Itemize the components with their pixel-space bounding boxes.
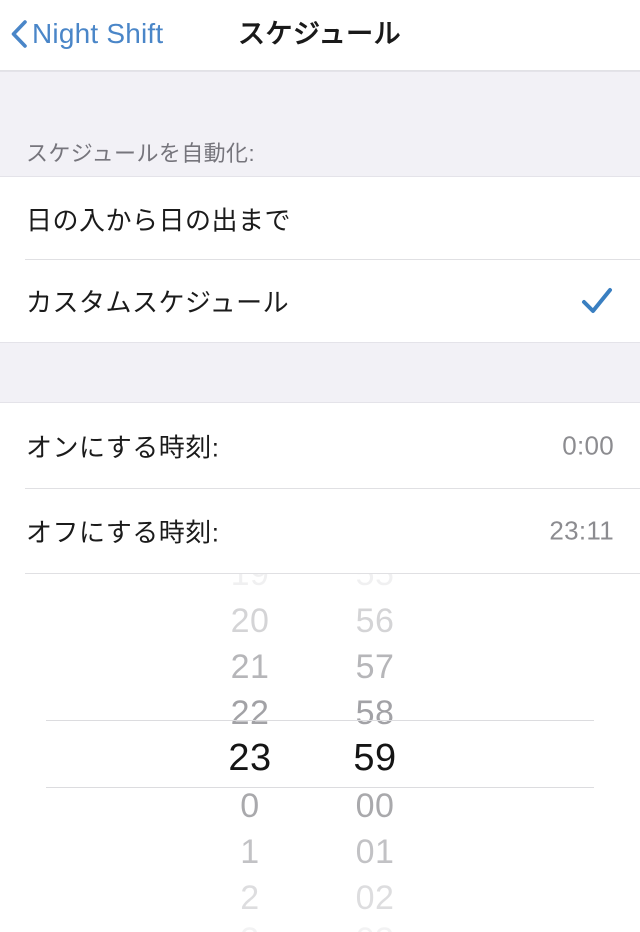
row-turn-on-time[interactable]: オンにする時刻: 0:00 (0, 404, 640, 488)
picker-item[interactable]: 02 (295, 876, 455, 920)
row-label: オンにする時刻: (26, 432, 220, 463)
row-value-turn-on-time: 0:00 (562, 430, 614, 461)
checkmark-icon (580, 284, 614, 318)
picker-item[interactable]: 58 (295, 691, 455, 735)
chevron-left-icon (10, 19, 28, 49)
section-header-times (0, 342, 640, 403)
navigation-bar: Night Shift スケジュール (0, 0, 640, 71)
picker-selection-line-bottom (46, 787, 594, 788)
option-row-sunset-to-sunrise[interactable]: 日の入から日の出まで (0, 178, 640, 259)
time-picker-minutes-column[interactable]: 55 56 57 58 59 00 01 02 03 (295, 574, 455, 932)
section-header-label: スケジュールを自動化: (26, 141, 255, 166)
row-label: オフにする時刻: (26, 517, 220, 548)
row-value-turn-off-time: 23:11 (549, 515, 614, 546)
row-turn-off-time[interactable]: オフにする時刻: 23:11 (0, 489, 640, 573)
section-header-automate: スケジュールを自動化: (0, 71, 640, 177)
picker-item[interactable]: 03 (295, 918, 455, 932)
back-button[interactable]: Night Shift (10, 14, 163, 54)
picker-item[interactable]: 55 (295, 574, 455, 596)
time-picker[interactable]: 19 20 21 22 23 0 1 2 3 55 56 57 58 59 00… (0, 574, 640, 932)
option-label: 日の入から日の出まで (26, 205, 292, 235)
picker-item[interactable]: 57 (295, 645, 455, 689)
back-button-label: Night Shift (32, 18, 164, 49)
picker-selection-line-top (46, 720, 594, 721)
page-title: スケジュール (238, 19, 402, 49)
picker-item[interactable]: 00 (295, 784, 455, 828)
picker-item[interactable]: 01 (295, 830, 455, 874)
picker-item-selected-minute[interactable]: 59 (295, 736, 455, 780)
picker-item[interactable]: 56 (295, 599, 455, 643)
option-row-custom-schedule[interactable]: カスタムスケジュール (0, 260, 640, 342)
option-label: カスタムスケジュール (26, 287, 290, 318)
